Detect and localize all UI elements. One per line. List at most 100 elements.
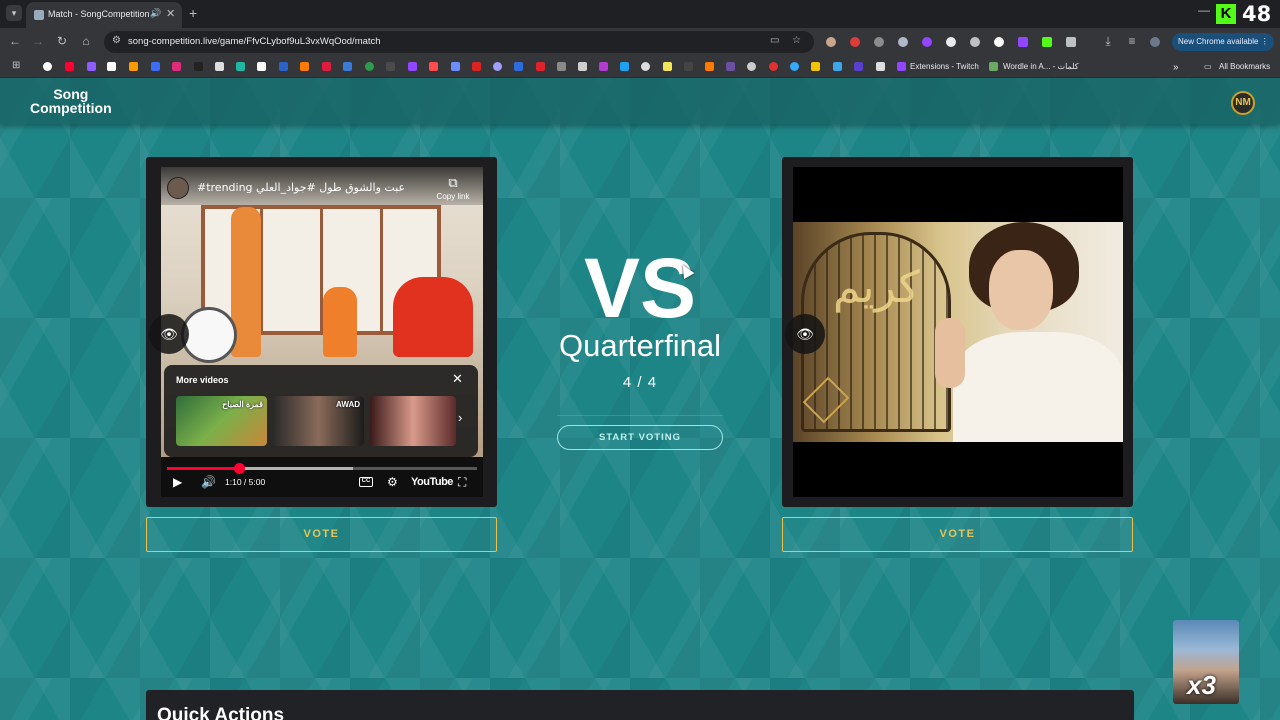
bookmark-icon-31[interactable] (684, 62, 693, 71)
bookmark-icon-13[interactable] (300, 62, 309, 71)
bookmark-icon-37[interactable] (811, 62, 820, 71)
bookmark-icon-30[interactable] (663, 62, 672, 71)
site-info-icon[interactable]: ⚙ (112, 35, 121, 46)
chevron-right-icon[interactable]: › (458, 410, 462, 425)
bookmark-icon-26[interactable] (578, 62, 587, 71)
bookmark-icon-32[interactable] (705, 62, 714, 71)
user-avatar[interactable]: NM (1231, 91, 1255, 115)
video-title[interactable]: #trending عبت والشوق طول #جواد_العلي (197, 181, 405, 194)
youtube-logo[interactable]: YouTube (411, 476, 453, 488)
close-icon[interactable]: ✕ (452, 371, 463, 387)
address-url[interactable]: song-competition.live/game/FfvCLybof9uL3… (128, 36, 381, 47)
tab-audio-icon[interactable]: 🔊 (150, 8, 161, 19)
captions-icon[interactable]: CC (359, 477, 373, 487)
bookmark-icon-27[interactable] (599, 62, 608, 71)
site-logo[interactable]: Song Competition (30, 87, 112, 115)
extension-icon-4[interactable] (898, 37, 908, 47)
tab-close-icon[interactable]: ✕ (166, 7, 175, 20)
chrome-update-button[interactable]: New Chrome available ⋮ (1172, 33, 1274, 51)
bookmark-icon-22[interactable] (493, 62, 502, 71)
suggested-video-3[interactable] (370, 396, 456, 446)
extension-icon-5[interactable] (922, 37, 932, 47)
start-voting-button[interactable]: START VOTING (557, 425, 723, 450)
extensions-puzzle-icon[interactable] (1066, 37, 1076, 47)
window-minimize-icon[interactable]: — (1198, 3, 1210, 17)
reading-list-icon[interactable]: ≡ (1124, 34, 1140, 48)
eye-icon[interactable]: 👁 (785, 314, 825, 354)
apps-grid-icon[interactable]: ⊞ (12, 60, 20, 71)
channel-avatar[interactable] (167, 177, 189, 199)
vote-right-button[interactable]: VOTE (782, 517, 1133, 552)
bookmark-icon-20[interactable] (451, 62, 460, 71)
download-icon[interactable]: ⤓ (1100, 34, 1116, 49)
vote-left-button[interactable]: VOTE (146, 517, 497, 552)
forward-icon[interactable]: → (30, 34, 46, 48)
bookmark-icon-39[interactable] (854, 62, 863, 71)
extension-icon-3[interactable] (874, 37, 884, 47)
profile-avatar-icon[interactable] (1150, 37, 1160, 47)
bookmark-icon-6[interactable] (151, 62, 160, 71)
bookmark-icon-25[interactable] (557, 62, 566, 71)
new-tab-icon[interactable]: + (189, 5, 197, 21)
bookmark-icon-4[interactable] (107, 62, 116, 71)
eye-icon[interactable]: 👁 (149, 314, 189, 354)
bookmark-google-icon[interactable] (43, 62, 52, 71)
extension-icon-7[interactable] (970, 37, 980, 47)
bookmark-icon-21[interactable] (472, 62, 481, 71)
bookmark-icon-38[interactable] (833, 62, 842, 71)
bookmark-icon-18[interactable] (408, 62, 417, 71)
bookmark-icon-24[interactable] (536, 62, 545, 71)
bookmark-icon-40[interactable] (876, 62, 885, 71)
extension-icon-6[interactable] (946, 37, 956, 47)
fullscreen-icon[interactable]: ⛶ (458, 475, 466, 490)
extension-icon-2[interactable] (850, 37, 860, 47)
bookmark-icon-23[interactable] (514, 62, 523, 71)
suggested-video-2[interactable]: AWAD (273, 396, 364, 446)
bookmark-icon-29[interactable] (641, 62, 650, 71)
progress-bar[interactable] (167, 463, 477, 474)
bookmark-wordle[interactable]: Wordle in A... - كلمات (1003, 62, 1079, 71)
bookmark-icon-3[interactable] (87, 62, 96, 71)
suggested-video-1[interactable]: قمرة الصباح (176, 396, 267, 446)
bookmark-icon-7[interactable] (172, 62, 181, 71)
browser-tab-active[interactable]: Match - SongCompetition 🔊 ✕ (26, 2, 182, 28)
reload-icon[interactable]: ↻ (54, 34, 70, 48)
youtube-player-left[interactable]: #trending عبت والشوق طول #جواد_العلي ⧉ C… (161, 167, 483, 497)
bookmark-icon-15[interactable] (343, 62, 352, 71)
bookmark-icon-35[interactable] (769, 62, 778, 71)
settings-gear-icon[interactable]: ⚙ (387, 475, 398, 489)
home-icon[interactable]: ⌂ (78, 34, 94, 48)
bookmark-amazon-icon[interactable] (129, 62, 138, 71)
bookmark-icon-8[interactable] (194, 62, 203, 71)
play-icon[interactable]: ▶ (173, 475, 182, 489)
back-icon[interactable]: ← (7, 34, 23, 48)
bookmark-extensions-twitch[interactable]: Extensions - Twitch (910, 62, 979, 71)
youtube-player-right[interactable]: ﻛﺮﻳﻢ (793, 167, 1123, 497)
bookmark-star-icon[interactable]: ☆ (792, 35, 801, 46)
bookmark-icon-36[interactable] (790, 62, 799, 71)
bookmark-icon-19[interactable] (429, 62, 438, 71)
bookmark-icon-16[interactable] (365, 62, 374, 71)
volume-icon[interactable]: 🔊 (201, 475, 216, 489)
bookmark-icon-28[interactable] (620, 62, 629, 71)
all-bookmarks[interactable]: All Bookmarks (1219, 62, 1270, 71)
tab-search-icon[interactable]: ▾ (6, 5, 22, 21)
bookmark-icon-9[interactable] (215, 62, 224, 71)
bookmark-youtube-icon[interactable] (65, 62, 74, 71)
video-thumbnail-art[interactable]: ﻛﺮﻳﻢ (793, 222, 1123, 442)
extension-icon-1[interactable] (826, 37, 836, 47)
twitch-extension-icon[interactable] (1018, 37, 1028, 47)
bookmarks-overflow-icon[interactable]: » (1173, 62, 1179, 73)
address-bar[interactable]: ⚙ song-competition.live/game/FfvCLybof9u… (104, 31, 814, 53)
scrubber-handle[interactable] (234, 463, 246, 474)
cast-icon[interactable]: ▭ (770, 35, 779, 46)
bookmark-icon-33[interactable] (726, 62, 735, 71)
bookmark-icon-10[interactable] (236, 62, 245, 71)
bookmark-icon-14[interactable] (322, 62, 331, 71)
bookmark-icon-12[interactable] (279, 62, 288, 71)
bookmark-icon-34[interactable] (747, 62, 756, 71)
kick-extension-icon[interactable] (1042, 37, 1052, 47)
bookmark-wikipedia-icon[interactable] (257, 62, 266, 71)
copy-link-button[interactable]: ⧉ Copy link (433, 175, 473, 201)
extension-icon-8[interactable] (994, 37, 1004, 47)
